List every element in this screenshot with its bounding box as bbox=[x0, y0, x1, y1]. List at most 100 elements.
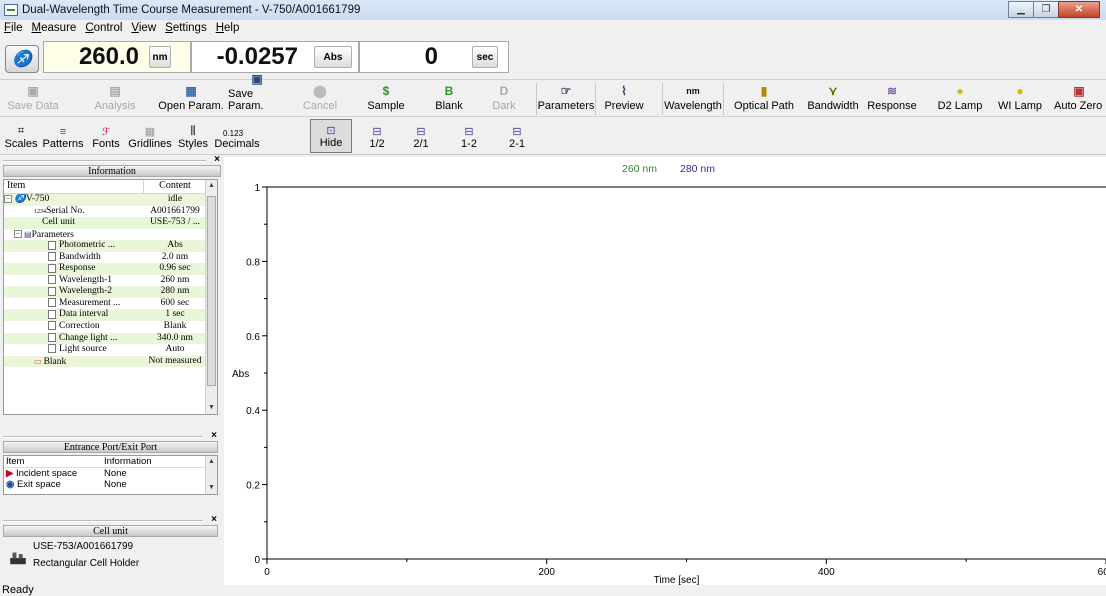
menu-measure[interactable]: Measure bbox=[32, 22, 77, 34]
split-one-two-label: 1-2 bbox=[461, 138, 477, 150]
incident-space-icon: ▶ bbox=[6, 468, 16, 479]
port-scrollbar[interactable]: ▲ ▼ bbox=[205, 456, 217, 494]
menu-help[interactable]: Help bbox=[216, 22, 240, 34]
open-param-label: Open Param. bbox=[158, 100, 224, 112]
list-item[interactable]: − ♐V-750 idle bbox=[4, 194, 217, 206]
analysis-button[interactable]: ▤ Analysis bbox=[88, 83, 142, 115]
fonts-label: Fonts bbox=[92, 138, 120, 150]
decimals-button[interactable]: 0.123 Decimals bbox=[214, 119, 260, 153]
dark-button[interactable]: D Dark bbox=[486, 83, 522, 115]
serial-number-icon: 1234 bbox=[34, 208, 46, 215]
chart-area[interactable]: 0 0.2 0.4 0.6 0.8 1 0 200 400 600 Time [sec] Abs 260… bbox=[224, 157, 1106, 586]
minimize-button[interactable]: ▁ bbox=[1008, 1, 1034, 18]
y-tick-label: 0.8 bbox=[246, 257, 260, 268]
optical-path-button[interactable]: ▮ Optical Path bbox=[732, 83, 796, 115]
menu-control[interactable]: Control bbox=[85, 22, 122, 34]
instrument-icon: ♐ bbox=[14, 194, 26, 204]
row-content bbox=[144, 229, 206, 241]
list-item[interactable]: Photometric ... Abs bbox=[4, 240, 217, 252]
maximize-button[interactable]: ❐ bbox=[1033, 1, 1059, 18]
optical-path-icon: ▮ bbox=[760, 84, 768, 98]
scroll-up-icon[interactable]: ▲ bbox=[206, 180, 217, 192]
split-two-dash-one-button[interactable]: ⊟ 2-1 bbox=[502, 119, 532, 153]
list-item[interactable]: ▭ Blank Not measured bbox=[4, 355, 217, 368]
preview-button[interactable]: ⌇ Preview bbox=[600, 83, 648, 115]
list-item[interactable]: Cell unit USE-753 / ... bbox=[4, 217, 217, 229]
close-icon[interactable]: × bbox=[211, 514, 217, 525]
instrument-icon[interactable]: ♐ bbox=[5, 45, 39, 73]
row-content: A001661799 bbox=[150, 205, 200, 216]
row-content: 2.0 nm bbox=[161, 251, 189, 262]
x-tick-label: 400 bbox=[818, 567, 835, 578]
scroll-up-icon[interactable]: ▲ bbox=[206, 456, 217, 468]
x-tick-label: 600 bbox=[1098, 567, 1106, 578]
menu-settings[interactable]: Settings bbox=[165, 22, 207, 34]
hide-button[interactable]: ⊡ Hide bbox=[310, 119, 352, 153]
cell-panel-title: Cell unit bbox=[3, 525, 218, 537]
scroll-down-icon[interactable]: ▼ bbox=[206, 482, 217, 494]
cell-panel-grip[interactable]: × bbox=[0, 514, 221, 525]
d2-lamp-label: D2 Lamp bbox=[937, 100, 983, 112]
row-content: Blank bbox=[163, 321, 187, 332]
wi-lamp-button[interactable]: ● WI Lamp bbox=[996, 83, 1044, 115]
scroll-thumb[interactable] bbox=[207, 196, 216, 386]
row-item: Blank bbox=[43, 356, 67, 367]
list-item[interactable]: Change light ... 340.0 nm bbox=[4, 332, 217, 345]
wavelength-button[interactable]: nm Wavelength bbox=[662, 83, 724, 115]
styles-button[interactable]: ⫼ Styles bbox=[176, 119, 210, 153]
list-item[interactable]: − ▤Parameters bbox=[4, 229, 217, 241]
blank-button[interactable]: B Blank bbox=[428, 83, 470, 115]
y-axis-label: Abs bbox=[232, 369, 249, 380]
menu-view[interactable]: View bbox=[131, 22, 156, 34]
bandwidth-button[interactable]: ⋎ Bandwidth bbox=[804, 83, 862, 115]
save-data-button[interactable]: ▣ Save Data bbox=[4, 83, 62, 115]
split-two-one-button[interactable]: ⊟ 2/1 bbox=[406, 119, 436, 153]
list-item[interactable]: Correction Blank bbox=[4, 321, 217, 333]
cancel-button[interactable]: ⬤ Cancel bbox=[296, 83, 344, 115]
time-course-chart[interactable]: 0 0.2 0.4 0.6 0.8 1 0 200 400 600 Time [sec] Abs 260… bbox=[224, 157, 1106, 586]
close-button[interactable]: ✕ bbox=[1058, 1, 1100, 18]
row-info: None bbox=[104, 479, 127, 490]
scroll-down-icon[interactable]: ▼ bbox=[206, 402, 217, 414]
list-item[interactable]: Bandwidth 2.0 nm bbox=[4, 252, 217, 264]
sample-button[interactable]: $ Sample bbox=[362, 83, 410, 115]
split-one-two-button[interactable]: ⊟ 1-2 bbox=[454, 119, 484, 153]
d2-lamp-button[interactable]: ● D2 Lamp bbox=[936, 83, 984, 115]
document-icon bbox=[48, 240, 56, 250]
document-icon bbox=[48, 309, 56, 319]
response-button[interactable]: ≋ Response bbox=[866, 83, 918, 115]
save-param-button[interactable]: ▣ Save Param. bbox=[228, 72, 286, 115]
menu-file[interactable]: File bbox=[4, 22, 23, 34]
parameters-button[interactable]: ☞ Parameters bbox=[536, 83, 596, 115]
close-icon[interactable]: × bbox=[214, 154, 220, 165]
list-item[interactable]: Light source Auto bbox=[4, 344, 217, 356]
open-param-button[interactable]: ▦ Open Param. bbox=[156, 83, 226, 115]
hide-label: Hide bbox=[319, 137, 343, 149]
list-item[interactable]: Wavelength-2 280 nm bbox=[4, 286, 217, 298]
list-item[interactable]: ▶ Incident space None bbox=[4, 468, 217, 479]
close-icon[interactable]: × bbox=[211, 430, 217, 441]
row-content: USE-753 / ... bbox=[150, 217, 200, 228]
list-item[interactable]: Measurement ... 600 sec bbox=[4, 298, 217, 310]
row-content: Auto bbox=[165, 344, 185, 355]
collapse-icon[interactable]: − bbox=[4, 194, 12, 203]
application-window: Dual-Wavelength Time Course Measurement … bbox=[0, 0, 1106, 596]
fonts-button[interactable]: ℱ Fonts bbox=[88, 119, 124, 153]
patterns-button[interactable]: ≡ Patterns bbox=[40, 119, 86, 153]
blank-icon: B bbox=[444, 84, 454, 98]
list-item[interactable]: 1234Serial No. A001661799 bbox=[4, 206, 217, 218]
port-panel-grip[interactable]: × bbox=[0, 430, 221, 441]
gridlines-button[interactable]: ▦ Gridlines bbox=[128, 119, 172, 153]
info-panel-grip[interactable]: × bbox=[0, 154, 224, 165]
split-half-button[interactable]: ⊟ 1/2 bbox=[362, 119, 392, 153]
list-item[interactable]: Wavelength-1 260 nm bbox=[4, 275, 217, 287]
scales-button[interactable]: ⌗ Scales bbox=[4, 119, 38, 153]
list-item[interactable]: Response 0.96 sec bbox=[4, 263, 217, 275]
list-item[interactable]: Data interval 1 sec bbox=[4, 309, 217, 322]
split-two-one-label: 2/1 bbox=[413, 138, 429, 150]
parameters-icon: ▤ bbox=[24, 229, 32, 239]
list-item[interactable]: ◉ Exit space None bbox=[4, 479, 217, 490]
auto-zero-button[interactable]: ▣ Auto Zero bbox=[1054, 83, 1106, 115]
info-scrollbar[interactable]: ▲ ▼ bbox=[205, 180, 217, 414]
collapse-icon[interactable]: − bbox=[14, 230, 22, 239]
